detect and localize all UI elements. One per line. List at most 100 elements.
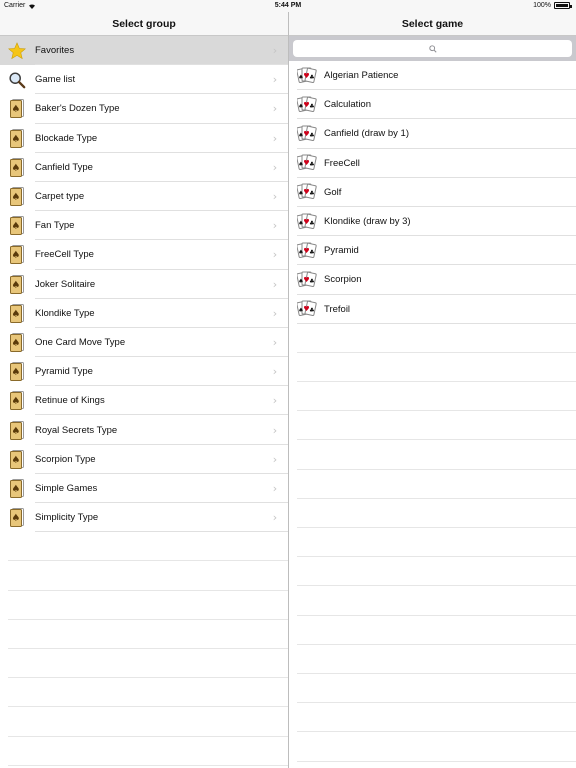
game-row-trefoil[interactable]: ♥ ♣ ♠ Trefoil bbox=[289, 295, 576, 324]
chevron-right-icon: › bbox=[272, 335, 278, 349]
game-row-label: Scorpion bbox=[324, 274, 362, 286]
game-row-pyramid[interactable]: ♥ ♣ ♠ Pyramid bbox=[289, 236, 576, 266]
chevron-right-icon: › bbox=[272, 44, 278, 58]
card-icon: ♠ bbox=[7, 99, 27, 119]
svg-text:♠: ♠ bbox=[12, 455, 21, 466]
svg-text:♣: ♣ bbox=[309, 103, 314, 110]
svg-text:♠: ♠ bbox=[298, 220, 303, 227]
group-row-label: Favorites bbox=[35, 45, 75, 57]
group-row-label: Royal Secrets Type bbox=[35, 424, 118, 436]
group-row-baker-s-dozen-type[interactable]: ♠ Baker's Dozen Type › bbox=[0, 94, 288, 124]
svg-text:♠: ♠ bbox=[298, 307, 303, 314]
game-row-scorpion[interactable]: ♥ ♣ ♠ Scorpion bbox=[289, 265, 576, 295]
svg-text:♠: ♠ bbox=[12, 250, 21, 261]
card-icon: ♠ bbox=[7, 449, 27, 469]
game-row-label: Algerian Patience bbox=[324, 70, 399, 82]
empty-table-area bbox=[0, 532, 288, 766]
search-input[interactable] bbox=[293, 40, 572, 57]
battery-icon bbox=[554, 2, 572, 9]
group-row-pyramid-type[interactable]: ♠ Pyramid Type › bbox=[0, 357, 288, 387]
game-row-label: Canfield (draw by 1) bbox=[324, 128, 410, 140]
svg-text:♠: ♠ bbox=[12, 221, 21, 232]
svg-text:♣: ♣ bbox=[309, 307, 314, 314]
cards-fan-icon: ♥ ♣ ♠ bbox=[297, 241, 317, 261]
group-row-joker-solitaire[interactable]: ♠ Joker Solitaire › bbox=[0, 270, 288, 299]
card-icon: ♠ bbox=[7, 187, 27, 207]
svg-text:♠: ♠ bbox=[298, 278, 303, 285]
card-icon: ♠ bbox=[7, 332, 27, 352]
group-row-favorites[interactable]: Favorites › bbox=[0, 36, 288, 66]
group-row-label: Game list bbox=[35, 74, 76, 86]
group-pane: Select group Favorites › Game list › ♠ Baker'… bbox=[0, 12, 288, 768]
svg-text:♣: ♣ bbox=[309, 220, 314, 227]
game-row-golf[interactable]: ♥ ♣ ♠ Golf bbox=[289, 178, 576, 207]
game-row-klondike-draw-by-3[interactable]: ♥ ♣ ♠ Klondike (draw by 3) bbox=[289, 207, 576, 237]
cards-fan-icon: ♥ ♣ ♠ bbox=[297, 212, 317, 232]
group-row-game-list[interactable]: Game list › bbox=[0, 65, 288, 95]
group-row-label: FreeCell Type bbox=[35, 249, 94, 261]
card-icon: ♠ bbox=[7, 508, 27, 528]
group-row-blockade-type[interactable]: ♠ Blockade Type › bbox=[0, 124, 288, 153]
group-row-simplicity-type[interactable]: ♠ Simplicity Type › bbox=[0, 503, 288, 533]
chevron-right-icon: › bbox=[272, 452, 278, 466]
chevron-right-icon: › bbox=[272, 423, 278, 437]
game-pane: Select game ♥ ♣ ♠ Algerian Patience ♥ ♣ ♠ Calcu… bbox=[289, 12, 576, 768]
empty-table-area bbox=[289, 324, 576, 762]
cards-fan-icon: ♥ ♣ ♠ bbox=[297, 182, 317, 202]
svg-text:♣: ♣ bbox=[309, 249, 314, 256]
svg-text:♠: ♠ bbox=[12, 484, 21, 495]
group-row-label: Baker's Dozen Type bbox=[35, 103, 120, 115]
svg-text:♣: ♣ bbox=[309, 278, 314, 285]
group-row-label: Retinue of Kings bbox=[35, 395, 105, 407]
cards-fan-icon: ♥ ♣ ♠ bbox=[297, 124, 317, 144]
cards-fan-icon: ♥ ♣ ♠ bbox=[297, 95, 317, 115]
group-row-canfield-type[interactable]: ♠ Canfield Type › bbox=[0, 153, 288, 182]
group-row-label: Canfield Type bbox=[35, 161, 93, 173]
card-icon: ♠ bbox=[7, 274, 27, 294]
game-row-freecell[interactable]: ♥ ♣ ♠ FreeCell bbox=[289, 149, 576, 178]
group-row-retinue-of-kings[interactable]: ♠ Retinue of Kings › bbox=[0, 386, 288, 416]
chevron-right-icon: › bbox=[272, 277, 278, 291]
group-row-fan-type[interactable]: ♠ Fan Type › bbox=[0, 211, 288, 241]
group-row-klondike-type[interactable]: ♠ Klondike Type › bbox=[0, 299, 288, 328]
group-row-one-card-move-type[interactable]: ♠ One Card Move Type › bbox=[0, 328, 288, 358]
game-row-calculation[interactable]: ♥ ♣ ♠ Calculation bbox=[289, 90, 576, 120]
game-pane-title: Select game bbox=[289, 12, 576, 36]
svg-text:♠: ♠ bbox=[298, 103, 303, 110]
group-row-scorpion-type[interactable]: ♠ Scorpion Type › bbox=[0, 445, 288, 474]
battery-percent: 100% bbox=[533, 2, 551, 9]
game-row-canfield-draw-by-1[interactable]: ♥ ♣ ♠ Canfield (draw by 1) bbox=[289, 119, 576, 149]
svg-text:♠: ♠ bbox=[12, 134, 21, 145]
game-row-label: Calculation bbox=[324, 99, 371, 111]
chevron-right-icon: › bbox=[272, 481, 278, 495]
chevron-right-icon: › bbox=[272, 219, 278, 233]
svg-text:♠: ♠ bbox=[298, 74, 303, 81]
game-list: ♥ ♣ ♠ Algerian Patience ♥ ♣ ♠ Calculation ♥ ♣ ♠ Can… bbox=[289, 61, 576, 762]
chevron-right-icon: › bbox=[272, 394, 278, 408]
svg-text:♠: ♠ bbox=[12, 367, 21, 378]
group-row-freecell-type[interactable]: ♠ FreeCell Type › bbox=[0, 240, 288, 270]
chevron-right-icon: › bbox=[272, 248, 278, 262]
card-icon: ♠ bbox=[7, 362, 27, 382]
game-row-algerian-patience[interactable]: ♥ ♣ ♠ Algerian Patience bbox=[289, 61, 576, 91]
group-row-label: Pyramid Type bbox=[35, 366, 93, 378]
search-bar bbox=[289, 36, 576, 61]
svg-text:♠: ♠ bbox=[12, 280, 21, 291]
battery-indicator: 100% bbox=[533, 2, 572, 9]
svg-text:♠: ♠ bbox=[12, 513, 21, 524]
chevron-right-icon: › bbox=[272, 365, 278, 379]
svg-text:♣: ♣ bbox=[309, 132, 314, 139]
svg-text:♠: ♠ bbox=[12, 104, 21, 115]
chevron-right-icon: › bbox=[272, 306, 278, 320]
group-row-simple-games[interactable]: ♠ Simple Games › bbox=[0, 474, 288, 503]
group-row-royal-secrets-type[interactable]: ♠ Royal Secrets Type › bbox=[0, 415, 288, 445]
group-row-label: Joker Solitaire bbox=[35, 278, 96, 290]
cards-fan-icon: ♥ ♣ ♠ bbox=[297, 299, 317, 319]
group-row-carpet-type[interactable]: ♠ Carpet type › bbox=[0, 182, 288, 212]
row-separator bbox=[35, 531, 288, 533]
svg-text:♠: ♠ bbox=[298, 249, 303, 256]
svg-text:♠: ♠ bbox=[12, 163, 21, 174]
svg-text:♠: ♠ bbox=[12, 426, 21, 437]
svg-text:♠: ♠ bbox=[12, 396, 21, 407]
svg-text:♠: ♠ bbox=[12, 309, 21, 320]
